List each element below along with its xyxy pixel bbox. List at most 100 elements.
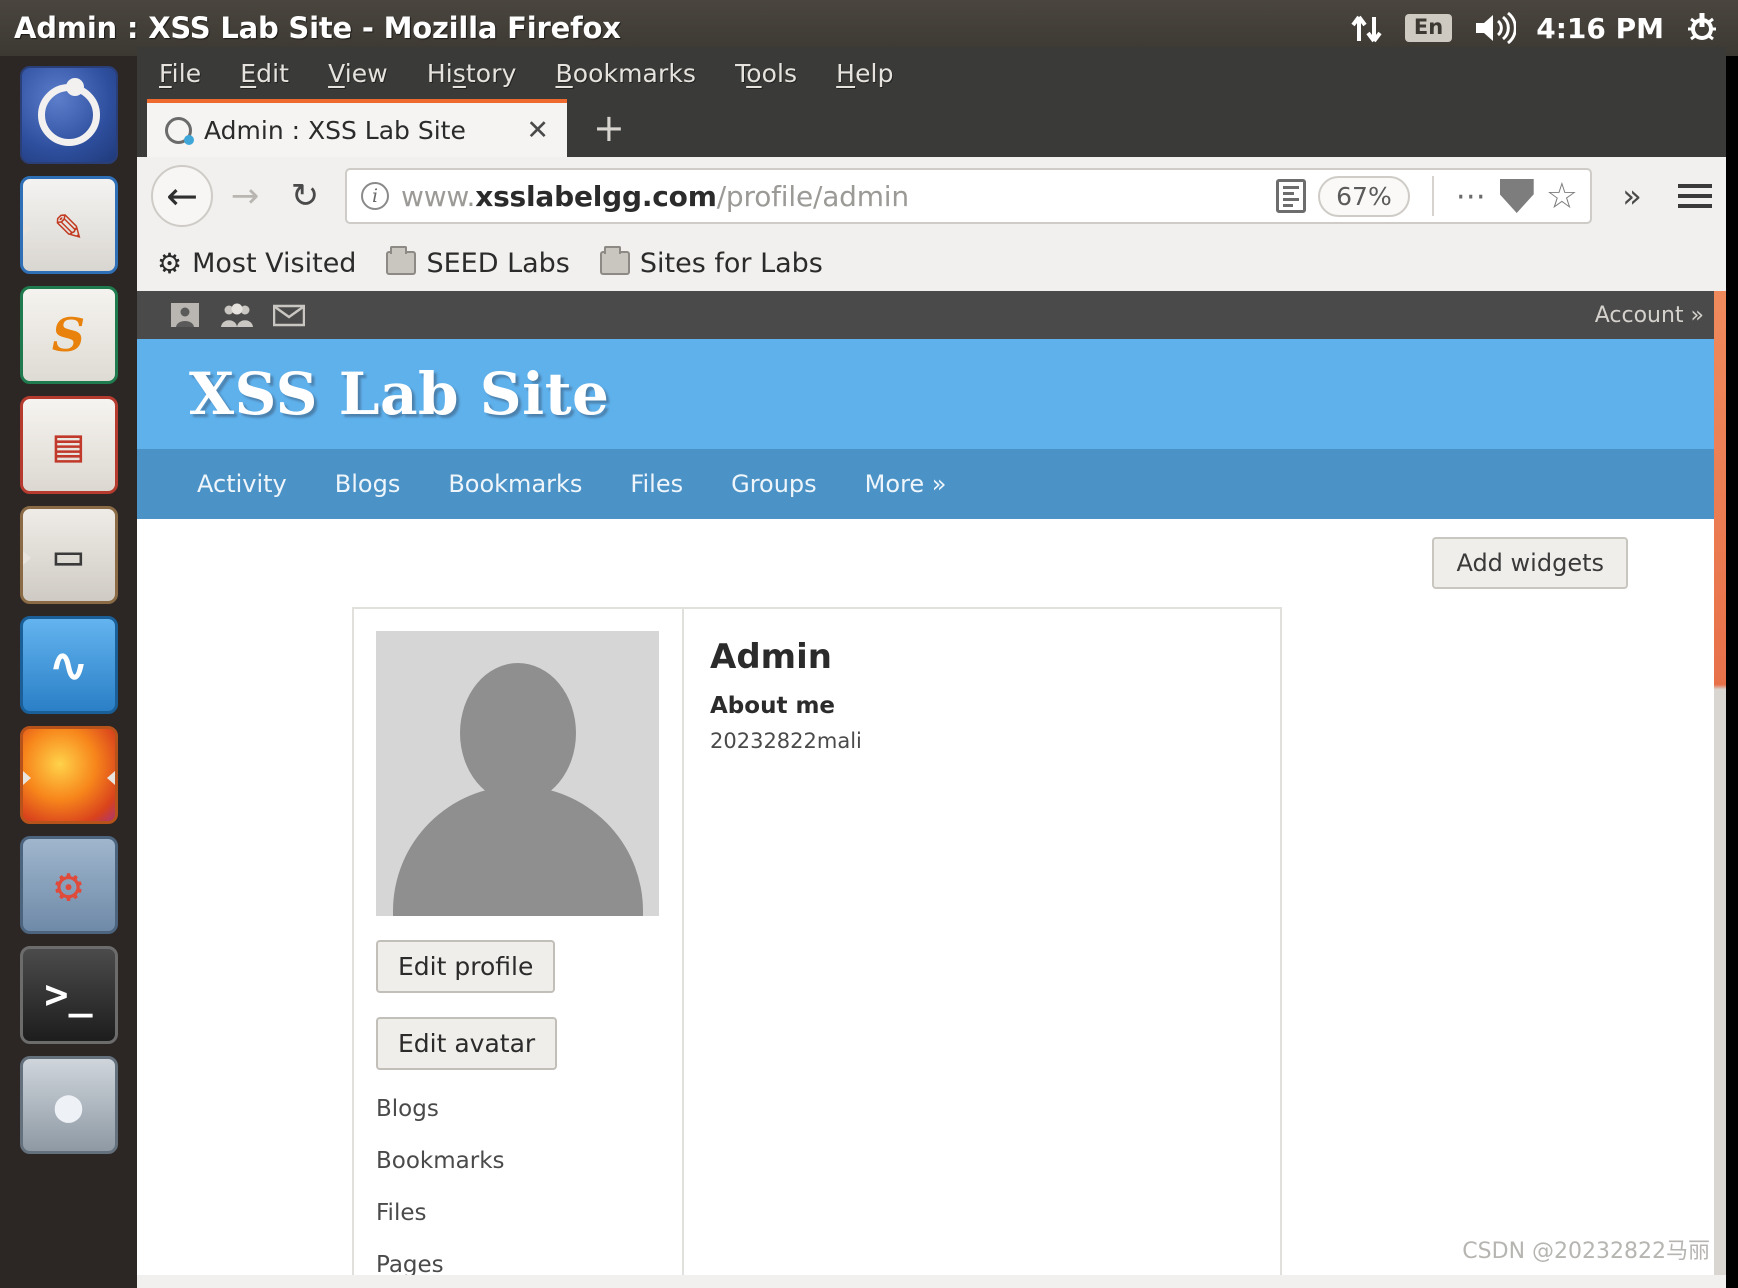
menu-edit[interactable]: Edit (240, 59, 289, 88)
reader-view-icon[interactable] (1276, 179, 1307, 213)
pocket-icon[interactable] (1499, 179, 1534, 213)
bookmark-most-visited[interactable]: ⚙ Most Visited (157, 247, 356, 280)
browser-chrome: File Edit View History Bookmarks Tools H… (137, 47, 1726, 157)
nav-item-groups[interactable]: Groups (731, 470, 817, 498)
waveform-icon: ∿ (49, 638, 88, 692)
account-menu[interactable]: Account » (1595, 303, 1704, 328)
site-title: XSS Lab Site (189, 360, 610, 428)
hamburger-menu-icon[interactable] (1678, 184, 1712, 208)
window-title: Admin : XSS Lab Site - Mozilla Firefox (14, 11, 621, 45)
volume-icon[interactable] (1472, 11, 1517, 45)
bookmark-seed-labs[interactable]: SEED Labs (386, 246, 570, 279)
tab-label: Admin : XSS Lab Site (204, 115, 466, 145)
launcher-item-wireshark[interactable]: ∿ (19, 616, 118, 714)
new-tab-button[interactable]: + (567, 109, 651, 147)
site-topbar: Account » (137, 291, 1726, 339)
site-header: XSS Lab Site (137, 339, 1726, 449)
menu-bookmarks[interactable]: Bookmarks (555, 59, 696, 88)
folder-icon (599, 246, 630, 275)
reload-button[interactable]: ↻ (277, 168, 333, 224)
unity-launcher: ✎ S ▤ ▭ ∿ ⚙ >_ ● (0, 56, 137, 1288)
network-updown-icon[interactable] (1349, 11, 1385, 45)
page-content: Add widgets Edit profile Edit avatar Blo… (137, 519, 1726, 1275)
profile-link-files[interactable]: Files (376, 1200, 682, 1226)
running-indicator-icon (22, 551, 31, 565)
nav-item-activity[interactable]: Activity (197, 470, 287, 498)
profile-icon[interactable] (159, 302, 211, 328)
close-tab-icon[interactable]: ✕ (526, 115, 549, 146)
tab-admin-xss-lab-site[interactable]: Admin : XSS Lab Site ✕ (147, 99, 567, 157)
firefox-window: File Edit View History Bookmarks Tools H… (137, 47, 1726, 1288)
keyboard-layout-indicator[interactable]: En (1404, 13, 1453, 43)
avatar-head-shape (459, 663, 576, 803)
profile-link-pages[interactable]: Pages (376, 1252, 682, 1275)
forward-button[interactable]: → (217, 168, 273, 224)
avatar-body-shape (392, 786, 643, 916)
screen: Admin : XSS Lab Site - Mozilla Firefox E… (0, 0, 1738, 1288)
tab-strip: Admin : XSS Lab Site ✕ + (137, 99, 1726, 157)
profile-details: Admin About me 20232822mali (684, 609, 1280, 1275)
profile-name: Admin (710, 637, 832, 677)
launcher-item-libreoffice-writer[interactable]: ✎ (19, 176, 118, 274)
page-scrollbar[interactable] (1714, 291, 1726, 1275)
bookmark-sites-for-labs[interactable]: Sites for Labs (599, 246, 823, 279)
running-indicator-icon (22, 221, 31, 235)
launcher-item-firefox[interactable] (19, 726, 118, 824)
nav-item-blogs[interactable]: Blogs (335, 470, 401, 498)
page-favicon-icon (165, 116, 194, 145)
session-power-icon[interactable] (1684, 10, 1720, 46)
pencil-icon: ✎ (54, 198, 83, 252)
bookmark-label: Most Visited (192, 247, 357, 279)
about-me-label: About me (710, 693, 836, 719)
terminal-prompt-icon: >_ (44, 972, 93, 1018)
site-navigation: Activity Blogs Bookmarks Files Groups Mo… (137, 449, 1726, 519)
gear-icon: ⚙ (157, 246, 183, 280)
launcher-item-files[interactable]: ▭ (19, 506, 118, 604)
menu-history[interactable]: History (427, 59, 517, 88)
nav-item-bookmarks[interactable]: Bookmarks (448, 470, 582, 498)
bookmark-label: SEED Labs (426, 247, 570, 279)
friends-icon[interactable] (211, 302, 263, 328)
menu-help[interactable]: Help (836, 59, 893, 88)
about-me-value: 20232822mali (710, 729, 862, 753)
toolbar-separator (1431, 176, 1434, 216)
profile-sidebar: Edit profile Edit avatar Blogs Bookmarks… (354, 609, 684, 1275)
launcher-item-ubuntu-dash[interactable] (19, 66, 118, 164)
profile-link-bookmarks[interactable]: Bookmarks (376, 1148, 682, 1174)
info-circle-icon[interactable]: i (361, 182, 389, 210)
nav-item-more[interactable]: More » (865, 470, 947, 498)
menu-file[interactable]: File (159, 59, 201, 88)
avatar[interactable] (376, 631, 659, 916)
zoom-level-indicator[interactable]: 67% (1318, 175, 1410, 217)
profile-link-blogs[interactable]: Blogs (376, 1096, 682, 1122)
nav-item-files[interactable]: Files (630, 470, 683, 498)
profile-card: Edit profile Edit avatar Blogs Bookmarks… (352, 607, 1282, 1275)
url-text: www.xsslabelgg.com/profile/admin (401, 179, 909, 213)
ellipsis-icon[interactable]: ⋯ (1456, 179, 1488, 214)
messages-icon[interactable] (263, 303, 315, 327)
bookmark-label: Sites for Labs (639, 247, 823, 279)
launcher-item-system-settings[interactable]: ⚙ (19, 836, 118, 934)
gear-icon: ⚙ (54, 858, 83, 912)
launcher-item-disk-utility[interactable]: ● (19, 1056, 118, 1154)
system-clock[interactable]: 4:16 PM (1536, 12, 1664, 45)
menu-bar: File Edit View History Bookmarks Tools H… (137, 47, 1726, 99)
launcher-item-libreoffice-calc[interactable]: S (19, 286, 118, 384)
address-bar[interactable]: i www.xsslabelgg.com/profile/admin 67% ⋯… (345, 168, 1592, 224)
launcher-item-terminal[interactable]: >_ (19, 946, 118, 1044)
edit-avatar-button[interactable]: Edit avatar (376, 1017, 558, 1070)
page-viewport: Account » XSS Lab Site Activity Blogs Bo… (137, 291, 1726, 1275)
menu-view[interactable]: View (328, 59, 388, 88)
watermark: CSDN @20232822马丽 (1462, 1239, 1710, 1264)
back-button[interactable]: ← (151, 165, 213, 227)
system-indicators: En 4:16 PM (1349, 10, 1738, 46)
launcher-item-libreoffice-impress[interactable]: ▤ (19, 396, 118, 494)
navigation-toolbar: ← → ↻ i www.xsslabelgg.com/profile/admin… (137, 157, 1726, 235)
star-icon[interactable]: ☆ (1546, 176, 1578, 217)
edit-profile-button[interactable]: Edit profile (376, 940, 556, 993)
double-chevron-icon[interactable]: » (1604, 168, 1660, 224)
calc-s-icon: S (51, 308, 86, 362)
add-widgets-button[interactable]: Add widgets (1432, 537, 1628, 589)
focused-indicator-icon (106, 771, 115, 785)
menu-tools[interactable]: Tools (735, 59, 797, 88)
